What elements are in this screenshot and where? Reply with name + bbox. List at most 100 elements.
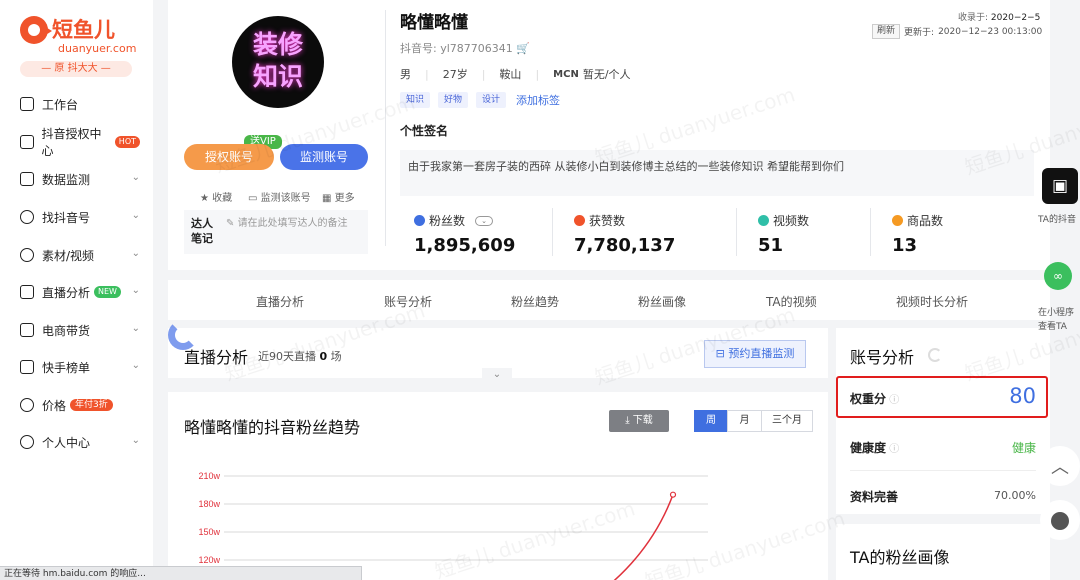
refresh-button[interactable]: 刷新 — [872, 24, 901, 39]
calendar-icon: ⊟ — [715, 347, 729, 360]
chevron-down-icon: ⌄ — [131, 360, 140, 371]
monitor-button[interactable]: 监测账号 — [280, 144, 368, 170]
scroll-top-icon[interactable]: ︿ — [1040, 446, 1080, 486]
tab-item[interactable]: 粉丝画像 — [638, 293, 686, 310]
note-input[interactable]: ✎ 请在此处填写达人的备注 — [226, 216, 364, 231]
collected-label: 收录于: — [958, 13, 989, 23]
reserve-live-label: 预约直播监测 — [728, 347, 795, 360]
stat-divider — [870, 208, 871, 256]
cart-icon[interactable]: 🛒 — [516, 42, 530, 55]
collect-link[interactable]: ★ 收藏 — [200, 189, 232, 204]
health-value: 健康 — [1011, 441, 1036, 455]
tab-item[interactable]: 视频时长分析 — [896, 293, 968, 310]
avatar-text-line-1: 装修 — [252, 30, 303, 59]
brand-name: 短鱼儿 — [52, 18, 115, 42]
download-button[interactable]: ⤓ 下载 — [609, 410, 669, 432]
help-icon[interactable]: ⓘ — [886, 444, 899, 455]
monitor-account-link[interactable]: ▭ 监测该账号 — [248, 189, 311, 204]
range-week[interactable]: 周 — [694, 410, 728, 432]
add-tag-link[interactable]: 添加标签 — [516, 92, 560, 108]
live-icon — [20, 285, 34, 299]
meta-sep: | — [535, 67, 540, 81]
brand-slogan: — 原 抖大大 — — [20, 61, 132, 77]
more-label: 更多 — [334, 193, 355, 204]
loading-icon — [928, 348, 942, 362]
sidebar-item[interactable]: 找抖音号 ⌄ — [20, 207, 140, 227]
nav-badge: 年付3折 — [70, 399, 113, 411]
expand-chevron-icon[interactable]: ⌄ — [482, 368, 512, 382]
more-link[interactable]: ▦ 更多 — [322, 189, 355, 204]
sidebar-item-label: 找抖音号 — [42, 210, 91, 225]
avatar: 装修 知识 — [232, 16, 324, 108]
sidebar-item[interactable]: 快手榜单 ⌄ — [20, 357, 140, 377]
sidebar-item[interactable]: 抖音授权中心 HOT — [20, 127, 140, 158]
user-icon — [20, 435, 34, 449]
age: 27岁 — [442, 68, 468, 81]
dropdown-icon[interactable]: ⌄ — [475, 215, 494, 226]
sidebar-item-label: 快手榜单 — [42, 360, 91, 375]
chevron-down-icon: ⌄ — [131, 172, 140, 183]
note-label-line-2: 笔记 — [191, 232, 213, 245]
weight-value: 80 — [1009, 384, 1036, 408]
note-box[interactable]: 达人 笔记 ✎ 请在此处填写达人的备注 — [184, 210, 368, 254]
sidebar-item[interactable]: 直播分析 NEW ⌄ — [20, 282, 140, 302]
sidebar-item[interactable]: 电商带货 ⌄ — [20, 320, 140, 340]
authorize-button[interactable]: 授权账号 — [184, 144, 274, 170]
gender: 男 — [400, 68, 411, 81]
qrcode-icon[interactable]: ▣ — [1042, 168, 1078, 204]
complete-label: 资料完善 — [850, 490, 899, 504]
sidebar-item-label: 素材/视频 — [42, 248, 95, 263]
stat-label: 商品数 — [892, 212, 943, 229]
sidebar-item[interactable]: 价格 年付3折 — [20, 395, 140, 415]
live-subtitle: 近90天直播 0 场 — [258, 348, 342, 364]
miniapp-label-line-2: 查看TA — [1038, 322, 1067, 332]
collect-label: 收藏 — [212, 193, 233, 204]
stat-item: 商品数 13 — [892, 212, 943, 256]
collected-date: 2020−2−5 — [990, 13, 1041, 23]
tab-item[interactable]: 粉丝趋势 — [511, 293, 559, 310]
chevron-down-icon: ⌄ — [131, 248, 140, 259]
live-subtitle-prefix: 近90天直播 — [258, 350, 316, 363]
tag-item[interactable]: 设计 — [476, 92, 507, 108]
tab-item[interactable]: 直播分析 — [256, 293, 304, 310]
trend-chart: 210w 180w 150w 120w — [198, 471, 708, 580]
trend-title: 略懂略懂的抖音粉丝趋势 — [184, 418, 361, 437]
range-month[interactable]: 月 — [727, 410, 762, 432]
tag-item[interactable]: 知识 — [400, 92, 431, 108]
sidebar-item[interactable]: 个人中心 ⌄ — [20, 432, 140, 452]
download-label: 下载 — [632, 415, 653, 426]
cart-icon — [20, 323, 34, 337]
douyin-float-label[interactable]: TA的抖音 — [1038, 212, 1076, 225]
reserve-live-button[interactable]: ⊟ 预约直播监测 — [704, 340, 806, 368]
stat-icon — [574, 215, 585, 226]
sidebar-item[interactable]: 素材/视频 ⌄ — [20, 245, 140, 265]
tab-item[interactable]: 账号分析 — [384, 293, 432, 310]
health-label: 健康度 ⓘ — [850, 439, 899, 456]
mcn-value: 暂无/个人 — [582, 68, 631, 81]
yuan-icon — [20, 398, 34, 412]
mcn-label: MCN — [553, 68, 579, 80]
stat-icon — [758, 215, 769, 226]
nav-badge: NEW — [94, 286, 121, 298]
sidebar-item-label: 直播分析 — [42, 285, 91, 300]
help-icon[interactable]: ⓘ — [886, 395, 899, 406]
sidebar-item-label: 工作台 — [42, 97, 79, 112]
stat-item: 粉丝数 ⌄ 1,895,609 — [414, 212, 515, 256]
tag-item[interactable]: 好物 — [438, 92, 469, 108]
chevron-down-icon: ⌄ — [131, 210, 140, 221]
sidebar-item[interactable]: 数据监测 ⌄ — [20, 169, 140, 189]
miniapp-icon[interactable]: ∞ — [1044, 262, 1072, 290]
miniapp-label[interactable]: 在小程序 查看TA — [1038, 306, 1074, 334]
range-three-months[interactable]: 三个月 — [761, 410, 813, 432]
chat-icon[interactable] — [1040, 500, 1080, 540]
douyin-id-value: yl787706341 — [440, 42, 513, 55]
brand-logo[interactable]: 短鱼儿 duanyuer.com — 原 抖大大 — — [20, 16, 136, 77]
tab-bar: 直播分析 账号分析 粉丝趋势 粉丝画像 TA的视频 视频时长分析 — [168, 280, 1050, 320]
meta-sep: | — [425, 67, 429, 81]
stat-value: 7,780,137 — [574, 235, 676, 256]
tab-item[interactable]: TA的视频 — [766, 293, 817, 310]
stat-label-text: 视频数 — [773, 214, 810, 228]
stat-label-text: 商品数 — [907, 214, 944, 228]
sidebar-item[interactable]: 工作台 — [20, 94, 140, 114]
fans-portrait-panel: TA的粉丝画像 — [836, 524, 1050, 580]
